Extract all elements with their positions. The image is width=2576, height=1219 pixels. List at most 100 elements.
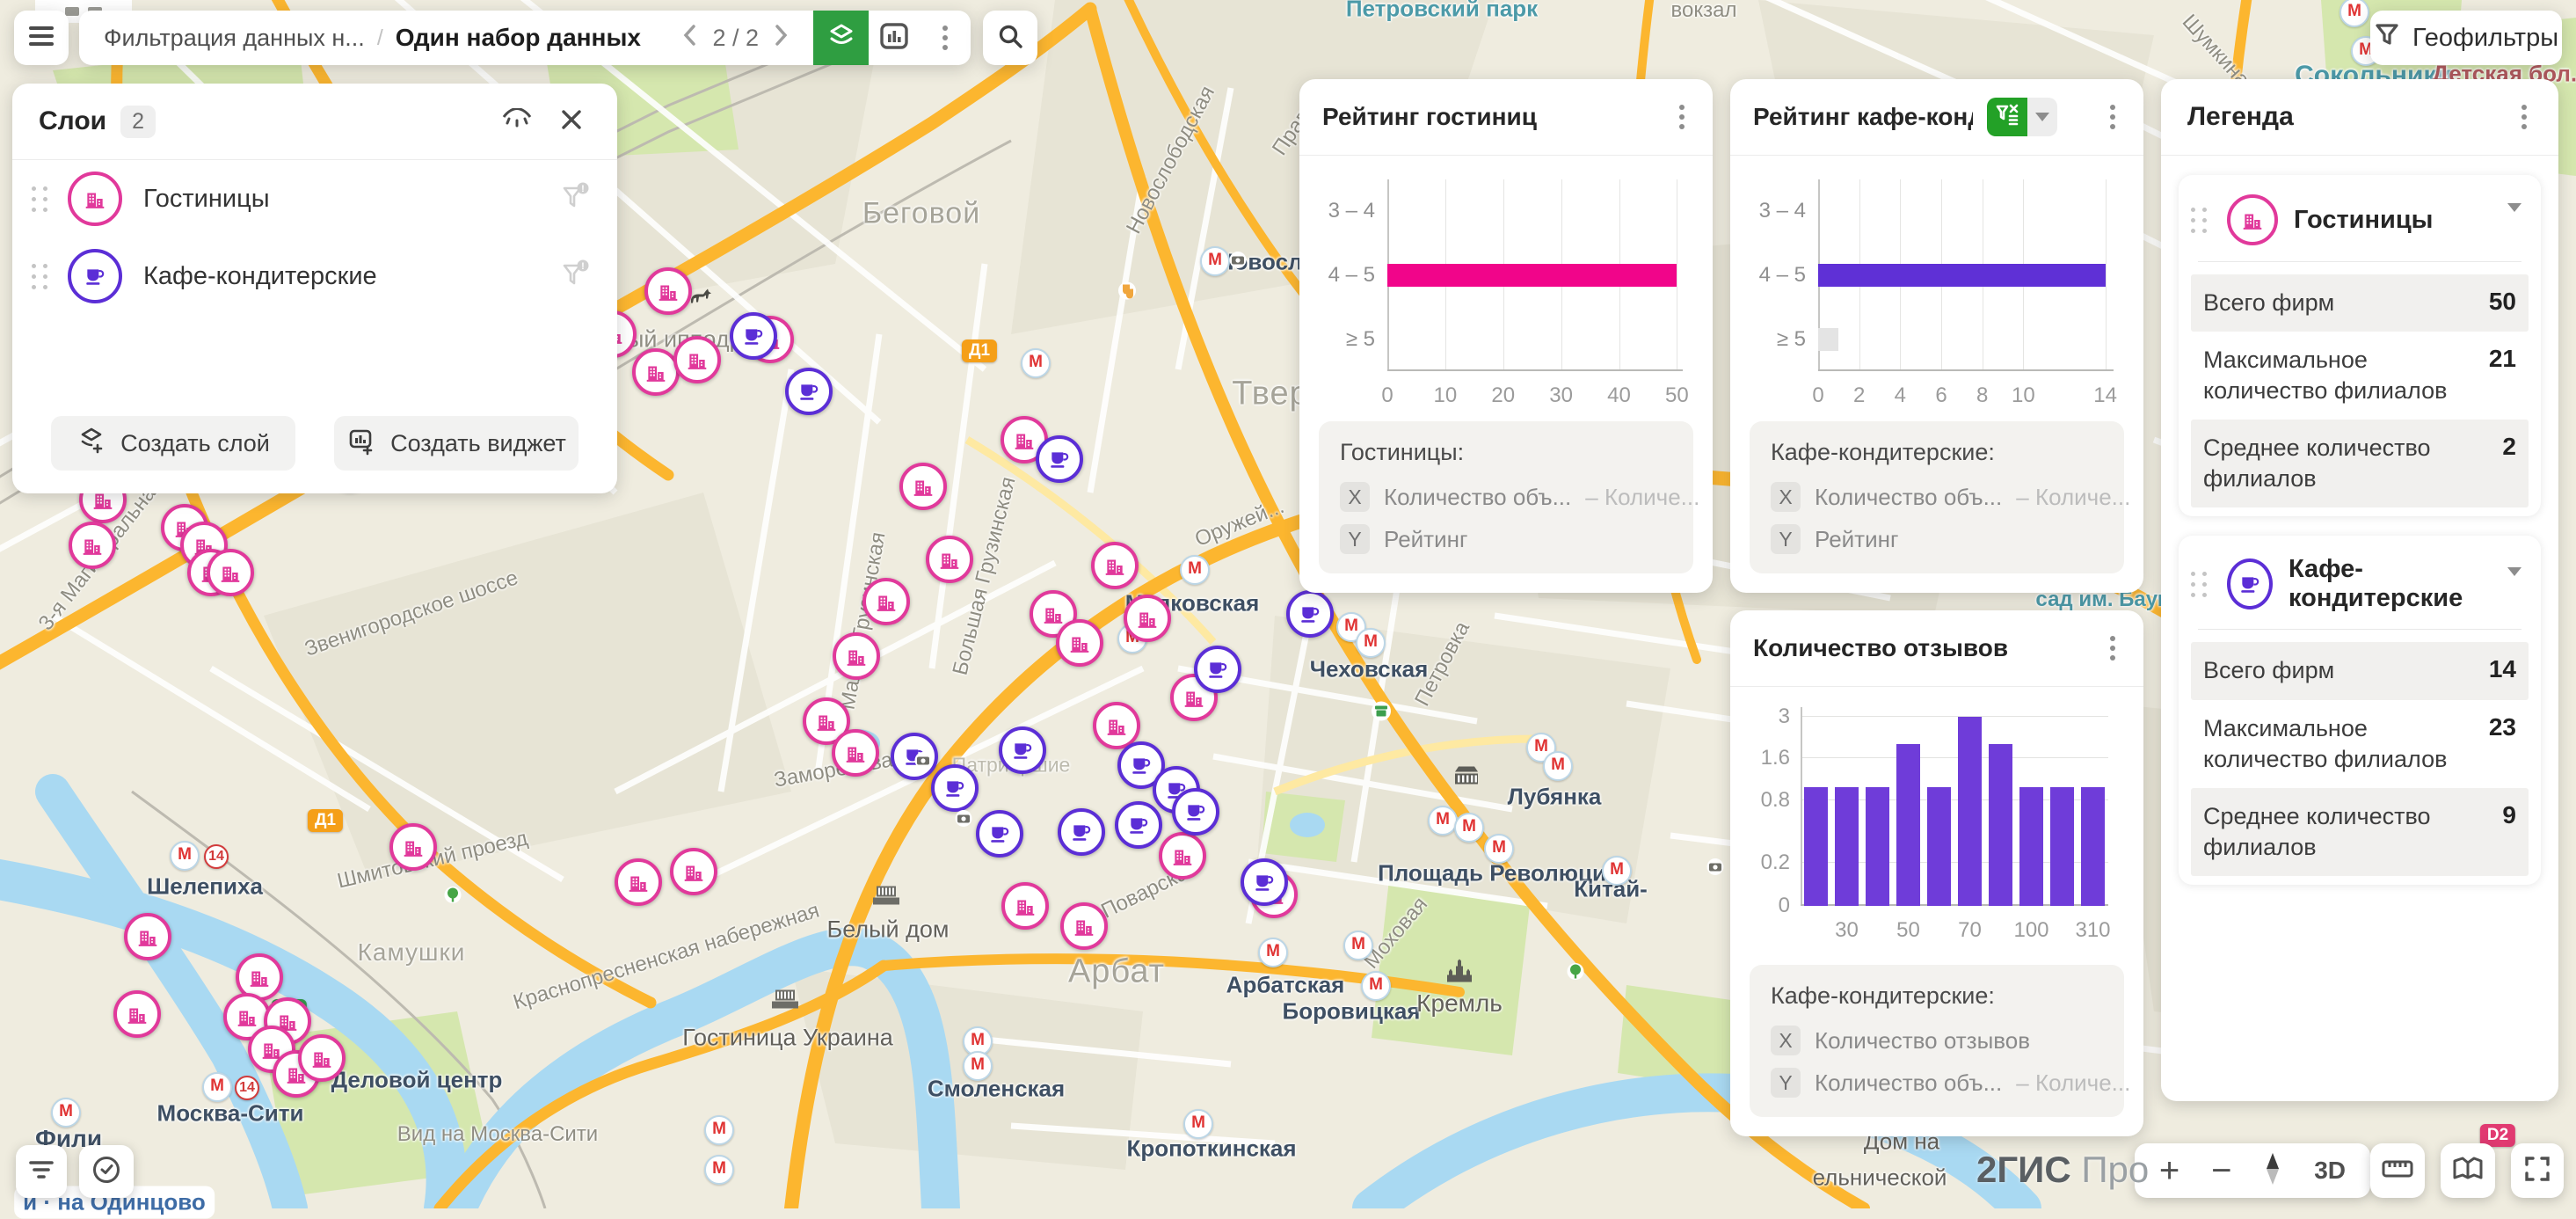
shop-icon bbox=[1371, 701, 1392, 726]
aggregate-function-button[interactable] bbox=[1987, 98, 2027, 136]
hotel-marker[interactable] bbox=[1091, 542, 1139, 589]
page-prev-button[interactable] bbox=[682, 24, 696, 53]
cafe-marker[interactable] bbox=[891, 733, 938, 780]
bar-hotels-rating-1[interactable] bbox=[1387, 264, 1677, 287]
cafe-marker[interactable] bbox=[1241, 858, 1288, 906]
hotel-marker[interactable] bbox=[113, 990, 161, 1038]
hotel-marker[interactable] bbox=[632, 348, 680, 396]
metro-icon: М bbox=[51, 1098, 81, 1128]
y-axis-field: Количество объ... bbox=[1815, 1069, 2002, 1097]
cafe-marker[interactable] bbox=[976, 810, 1023, 858]
hotel-marker[interactable] bbox=[862, 578, 910, 625]
chart-kebab-button[interactable] bbox=[2105, 626, 2121, 670]
drag-handle-icon[interactable] bbox=[32, 186, 48, 212]
bar-chart-icon bbox=[878, 20, 910, 56]
map-filter-button[interactable] bbox=[16, 1145, 67, 1198]
hotel-marker[interactable] bbox=[1159, 832, 1206, 880]
layer-item[interactable]: Гостиницы ! bbox=[12, 160, 617, 237]
page-next-button[interactable] bbox=[775, 24, 789, 53]
bar-reviews-count-5[interactable] bbox=[1958, 717, 1982, 906]
cafe-marker[interactable] bbox=[999, 726, 1046, 774]
hotel-marker[interactable] bbox=[615, 858, 662, 906]
bar-reviews-count-6[interactable] bbox=[1989, 744, 2012, 906]
mode-3d-button[interactable]: 3D bbox=[2314, 1157, 2346, 1185]
bar-reviews-count-1[interactable] bbox=[1835, 787, 1859, 906]
legend-group-title: Гостиницы bbox=[2294, 206, 2433, 235]
breadcrumb-root[interactable]: Фильтрация данных н... bbox=[104, 25, 365, 52]
fullscreen-icon bbox=[2524, 1156, 2551, 1186]
bar-cafes-rating-1[interactable] bbox=[1818, 264, 2106, 287]
hotel-marker[interactable] bbox=[670, 848, 717, 895]
close-panel-button[interactable] bbox=[552, 102, 591, 141]
bar-reviews-count-0[interactable] bbox=[1804, 787, 1828, 906]
layers-toggle-button[interactable] bbox=[813, 11, 869, 65]
hotel-marker[interactable] bbox=[673, 336, 721, 383]
hotel-marker[interactable] bbox=[644, 267, 692, 315]
layer-filter-icon[interactable]: ! bbox=[561, 181, 591, 217]
hotel-marker[interactable] bbox=[298, 1034, 346, 1082]
hotel-marker[interactable] bbox=[1001, 882, 1049, 930]
toggle-visibility-button[interactable] bbox=[498, 102, 536, 141]
hotel-marker[interactable] bbox=[899, 463, 947, 510]
drag-handle-icon[interactable] bbox=[32, 264, 48, 289]
metro-icon: М bbox=[1484, 834, 1514, 864]
hotel-marker[interactable] bbox=[1124, 595, 1171, 642]
hotel-marker[interactable] bbox=[389, 823, 437, 871]
hotel-marker[interactable] bbox=[1056, 619, 1103, 667]
fullscreen-button[interactable] bbox=[2511, 1143, 2564, 1198]
cafe-marker[interactable] bbox=[1058, 808, 1105, 856]
cafe-marker[interactable] bbox=[1115, 801, 1162, 849]
bar-reviews-count-7[interactable] bbox=[2019, 787, 2043, 906]
map-style-button[interactable] bbox=[2441, 1143, 2495, 1198]
collapse-caret-button[interactable] bbox=[2507, 212, 2521, 228]
bar-reviews-count-2[interactable] bbox=[1866, 787, 1889, 906]
create-layer-button[interactable]: Создать слой bbox=[51, 416, 295, 471]
hotel-marker[interactable] bbox=[833, 632, 880, 680]
compass-button[interactable] bbox=[2263, 1151, 2282, 1191]
zoom-out-button[interactable]: − bbox=[2211, 1153, 2231, 1188]
layer-filter-icon[interactable]: ! bbox=[561, 259, 591, 295]
breadcrumb-separator: / bbox=[377, 26, 383, 51]
hotel-marker[interactable] bbox=[124, 913, 171, 960]
cafe-marker[interactable] bbox=[785, 368, 833, 415]
hotel-marker[interactable] bbox=[926, 536, 973, 583]
cafe-marker[interactable] bbox=[931, 764, 979, 812]
hotel-marker[interactable] bbox=[832, 729, 879, 777]
hotel-icon bbox=[2227, 194, 2278, 245]
menu-button[interactable] bbox=[14, 11, 69, 65]
collapse-caret-button[interactable] bbox=[2507, 576, 2521, 592]
aggregate-function-dropdown[interactable] bbox=[2027, 98, 2057, 136]
history-button[interactable] bbox=[79, 1145, 134, 1198]
hotel-marker[interactable] bbox=[69, 522, 116, 569]
ruler-button[interactable] bbox=[2370, 1143, 2425, 1198]
chart-kebab-button[interactable] bbox=[1674, 95, 1690, 139]
drag-handle-icon[interactable] bbox=[2191, 208, 2208, 233]
geofilters-button[interactable]: Геофильтры bbox=[2370, 11, 2562, 65]
chart-panel-hotels-rating: Рейтинг гостиниц 010203040503 – 44 – 5≥ … bbox=[1299, 79, 1713, 593]
bar-reviews-count-8[interactable] bbox=[2050, 787, 2074, 906]
cafe-marker[interactable] bbox=[730, 312, 777, 360]
layer-item[interactable]: Кафе-кондитерские ! bbox=[12, 237, 617, 315]
metro-icon: М bbox=[1428, 806, 1458, 836]
tree-icon bbox=[1567, 962, 1584, 988]
search-button[interactable] bbox=[983, 11, 1037, 65]
bar-cafes-rating-2[interactable] bbox=[1818, 328, 1838, 351]
drag-handle-icon[interactable] bbox=[2191, 572, 2208, 597]
chart-kebab-button[interactable] bbox=[2105, 95, 2121, 139]
folded-map-icon bbox=[2452, 1156, 2484, 1186]
create-widget-icon bbox=[346, 426, 376, 462]
legend-kebab-button[interactable] bbox=[2516, 95, 2532, 139]
create-widget-button[interactable]: Создать виджет bbox=[334, 416, 579, 471]
bar-reviews-count-3[interactable] bbox=[1896, 744, 1920, 906]
zoom-in-button[interactable]: + bbox=[2159, 1153, 2179, 1188]
cafe-marker[interactable] bbox=[1194, 646, 1241, 693]
cafe-marker[interactable] bbox=[1286, 590, 1334, 638]
hotel-marker[interactable] bbox=[1060, 902, 1108, 950]
bar-reviews-count-4[interactable] bbox=[1927, 787, 1951, 906]
cafe-marker[interactable] bbox=[1036, 435, 1083, 483]
cafe-marker[interactable] bbox=[1172, 788, 1219, 836]
toolbar-kebab-button[interactable] bbox=[920, 11, 971, 65]
bar-reviews-count-9[interactable] bbox=[2081, 787, 2105, 906]
hotel-marker[interactable] bbox=[207, 549, 254, 596]
charts-button[interactable] bbox=[869, 11, 920, 65]
